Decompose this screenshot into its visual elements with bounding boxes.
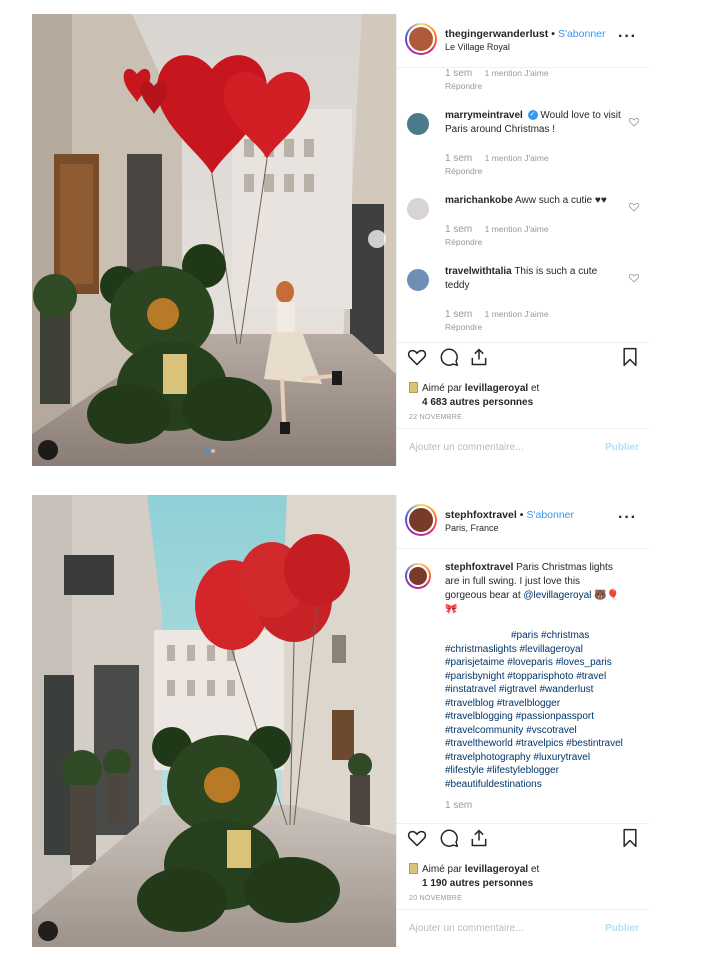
next-photo-button[interactable] — [368, 230, 386, 248]
comment-meta: 1 sem 1 mention J'aime — [445, 224, 623, 235]
likes-count[interactable]: 1 190 autres personnes — [409, 877, 539, 891]
instagram-post-1: thegingerwanderlust • S'abonner Le Village… — [32, 14, 649, 466]
likes-summary: Aimé par levillageroyal et 1 190 autres … — [409, 863, 539, 891]
post-date[interactable]: 22 NOVEMBRE — [409, 414, 462, 421]
comment-time[interactable]: 1 sem — [445, 153, 472, 164]
liked-by-prefix: Aimé par — [422, 383, 463, 394]
instagram-post-2: stephfoxtravel • S'abonner Paris, France ·… — [32, 495, 649, 947]
comment-text: travelwithtalia This is such a cute tedd… — [445, 263, 623, 293]
comment-item: travelwithtalia This is such a cute tedd… — [397, 263, 649, 332]
post-header: stephfoxtravel • S'abonner Paris, France ·… — [397, 495, 649, 549]
caption-text: stephfoxtravel Paris Christmas lights ar… — [445, 559, 623, 813]
comment-likes[interactable]: 1 mention J'aime — [485, 68, 549, 78]
like-comment-heart-icon[interactable] — [629, 117, 639, 127]
comment-item: 1 sem 1 mention J'aime Répondre — [397, 68, 649, 91]
post-sidebar: thegingerwanderlust • S'abonner Le Village… — [396, 14, 649, 466]
comment-text: marrymeintravel ✓ Would love to visit Pa… — [445, 107, 623, 137]
post-sidebar: stephfoxtravel • S'abonner Paris, France ·… — [396, 495, 649, 947]
tagged-users-icon[interactable] — [38, 440, 58, 460]
avatar[interactable] — [405, 267, 431, 293]
comment-username[interactable]: marichankobe — [445, 195, 513, 206]
reply-button[interactable]: Répondre — [445, 166, 623, 176]
comment-likes[interactable]: 1 mention J'aime — [485, 224, 549, 234]
comment-text: marichankobe Aww such a cutie ♥♥ — [445, 192, 623, 208]
share-icon[interactable] — [469, 347, 489, 367]
add-comment-input[interactable]: Ajouter un commentaire... — [409, 442, 524, 453]
liked-by-suffix: et — [530, 864, 540, 875]
follow-button[interactable]: S'abonner — [526, 509, 574, 521]
avatar[interactable] — [405, 23, 437, 55]
liked-by-user[interactable]: levillageroyal — [465, 864, 528, 875]
carousel-dots — [204, 440, 216, 458]
comments-list[interactable]: stephfoxtravel Paris Christmas lights ar… — [397, 549, 649, 821]
comment-username[interactable]: marrymeintravel — [445, 110, 523, 121]
reply-button[interactable]: Répondre — [445, 322, 623, 332]
add-comment-bar: Ajouter un commentaire... Publier — [397, 428, 649, 466]
bookmark-icon[interactable] — [621, 828, 639, 848]
post-photo[interactable] — [32, 14, 396, 466]
comment-bubble-icon[interactable] — [439, 828, 459, 848]
avatar[interactable] — [405, 196, 431, 222]
like-heart-icon[interactable] — [407, 347, 427, 367]
comment-meta: 1 sem 1 mention J'aime — [445, 153, 623, 164]
liked-by-user[interactable]: levillageroyal — [465, 383, 528, 394]
liker-avatar[interactable] — [409, 863, 418, 874]
like-comment-heart-icon[interactable] — [629, 273, 639, 283]
post-username[interactable]: stephfoxtravel — [445, 509, 517, 521]
add-comment-input[interactable]: Ajouter un commentaire... — [409, 923, 524, 934]
caption: stephfoxtravel Paris Christmas lights ar… — [397, 559, 649, 813]
more-options-icon[interactable]: ··· — [618, 509, 637, 527]
comment-item: marichankobe Aww such a cutie ♥♥ 1 sem 1… — [397, 192, 649, 247]
post-location[interactable]: Le Village Royal — [445, 42, 510, 52]
liked-by-prefix: Aimé par — [422, 864, 463, 875]
photo-bear-balloons — [32, 14, 396, 466]
comment-bubble-icon[interactable] — [439, 347, 459, 367]
comment-meta: 1 sem 1 mention J'aime — [445, 309, 623, 320]
post-actions — [397, 823, 649, 853]
caption-time[interactable]: 1 sem — [445, 799, 623, 813]
likes-count[interactable]: 4 683 autres personnes — [409, 396, 539, 410]
comment-time[interactable]: 1 sem — [445, 224, 472, 235]
reply-button[interactable]: Répondre — [445, 81, 623, 91]
like-heart-icon[interactable] — [407, 828, 427, 848]
comment-time[interactable]: 1 sem — [445, 68, 472, 79]
reply-button[interactable]: Répondre — [445, 237, 623, 247]
comment-username[interactable]: travelwithtalia — [445, 266, 512, 277]
avatar[interactable] — [405, 111, 431, 137]
add-comment-bar: Ajouter un commentaire... Publier — [397, 909, 649, 947]
share-icon[interactable] — [469, 828, 489, 848]
post-location[interactable]: Paris, France — [445, 523, 499, 533]
tagged-users-icon[interactable] — [38, 921, 58, 941]
post-username-line: stephfoxtravel • S'abonner — [445, 509, 575, 521]
publish-button[interactable]: Publier — [605, 442, 639, 453]
likes-summary: Aimé par levillageroyal et 4 683 autres … — [409, 382, 539, 410]
comment-item: marrymeintravel ✓ Would love to visit Pa… — [397, 107, 649, 176]
avatar[interactable] — [405, 504, 437, 536]
caption-username[interactable]: stephfoxtravel — [445, 562, 513, 573]
photo-bear-balloons — [32, 495, 396, 947]
liked-by-suffix: et — [530, 383, 540, 394]
bookmark-icon[interactable] — [621, 347, 639, 367]
caption-mention[interactable]: @levillageroyal — [523, 590, 591, 601]
comment-meta: 1 sem 1 mention J'aime — [445, 68, 623, 79]
post-username[interactable]: thegingerwanderlust — [445, 28, 548, 40]
post-username-line: thegingerwanderlust • S'abonner — [445, 28, 606, 40]
publish-button[interactable]: Publier — [605, 923, 639, 934]
caption-hashtags[interactable]: #paris #christmas #christmaslights #levi… — [445, 629, 623, 791]
comment-time[interactable]: 1 sem — [445, 309, 472, 320]
liker-avatar[interactable] — [409, 382, 418, 393]
follow-button[interactable]: S'abonner — [558, 28, 606, 40]
verified-badge-icon: ✓ — [527, 110, 538, 121]
like-comment-heart-icon[interactable] — [629, 202, 639, 212]
post-actions — [397, 342, 649, 372]
comment-likes[interactable]: 1 mention J'aime — [485, 309, 549, 319]
comment-body: Aww such a cutie ♥♥ — [515, 195, 607, 206]
comment-likes[interactable]: 1 mention J'aime — [485, 153, 549, 163]
post-header: thegingerwanderlust • S'abonner Le Village… — [397, 14, 649, 68]
more-options-icon[interactable]: ··· — [618, 28, 637, 46]
comments-list[interactable]: 1 sem 1 mention J'aime Répondre marrymei… — [397, 68, 649, 340]
avatar[interactable] — [405, 563, 431, 589]
post-photo[interactable] — [32, 495, 396, 947]
post-date[interactable]: 20 NOVEMBRE — [409, 895, 462, 902]
